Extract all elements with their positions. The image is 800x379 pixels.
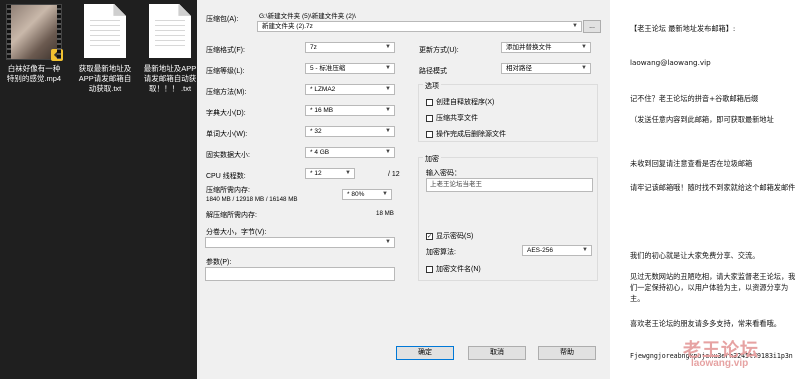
chevron-down-icon: ▼ [385,86,391,92]
desktop-file-area: ◆ 白袜好像有一种特别的感觉.mp4 获取最新地址及APP请发邮箱自动获取.tx… [0,0,197,379]
cpu-max: / 12 [388,171,400,178]
mem-comp-label: 压缩所需内存: [206,187,250,194]
archive-path: G:\新建文件夹 (5)\新建文件夹 (2)\ [259,13,356,20]
chevron-down-icon: ▼ [385,239,391,245]
browse-button[interactable]: ... [583,20,601,33]
password-label: 输入密码： [426,170,461,177]
solid-label: 固实数据大小: [206,152,250,159]
help-button[interactable]: 帮助 [538,346,596,360]
method-combo[interactable]: * LZMA2 ▼ [305,84,395,95]
archive-badge-icon: ◆ [51,49,63,61]
path-mode-label: 路径模式 [419,68,447,75]
word-label: 单词大小(W): [206,131,248,138]
enc-method-combo[interactable]: AES-256 ▼ [522,245,592,256]
format-label: 压缩格式(F): [206,47,245,54]
chevron-down-icon: ▼ [385,44,391,50]
text-file-icon [149,4,191,58]
file-name: 最新地址及APP请发邮箱自动获取！！！ .txt [143,64,197,93]
params-label: 参数(P): [206,259,232,266]
show-password-checkbox[interactable]: ✓ 显示密码(S) [426,231,473,241]
notes-line: 我们的初心就是让大家免费分享、交流。 [630,251,760,260]
method-label: 压缩方法(M): [206,89,247,96]
solid-combo[interactable]: * 4 GB ▼ [305,147,395,158]
chevron-down-icon: ▼ [582,247,588,253]
chevron-down-icon: ▼ [385,149,391,155]
enc-method-label: 加密算法: [426,249,456,256]
notes-line: 请牢记该邮箱哦！随时找不到家就给这个邮箱发邮件 [630,183,796,192]
level-combo[interactable]: 5 - 标准压缩 ▼ [305,63,395,74]
options-title: 选项 [423,81,441,91]
notes-line: 见过无数网站的丑陋吃相，请大家监督老王论坛，我们一定保持初心，以用户体验为主，以… [630,272,796,303]
chevron-down-icon: ▼ [385,107,391,113]
video-thumbnail-icon: ◆ [6,4,63,61]
file-item-text-1[interactable]: 获取最新地址及APP请发邮箱自动获取.txt [77,4,133,94]
notes-line: 喜欢老王论坛的朋友请多多支持，常来看看哦。 [630,319,781,328]
create-sfx-checkbox[interactable]: 创建自释放程序(X) [426,97,494,107]
chevron-down-icon: ▼ [581,44,587,50]
file-item-text-2[interactable]: 最新地址及APP请发邮箱自动获取！！！ .txt [142,4,198,94]
params-input[interactable] [205,267,395,281]
notes-line: 未收到回复请注意查看是否在垃圾邮箱 [630,159,753,168]
chevron-down-icon: ▼ [382,191,388,197]
watermark-url: laowang.vip [691,358,749,369]
chevron-down-icon: ▼ [385,65,391,71]
notes-line: 记不住？老王论坛的拼音+谷歌邮箱后缀 [630,94,759,103]
password-input[interactable]: 上老王论坛当老王 [426,178,593,192]
file-name: 白袜好像有一种特别的感觉.mp4 [6,64,62,83]
text-file-icon [84,4,126,58]
split-label: 分卷大小，字节(V): [206,229,267,236]
notes-line: laowang@laowang.vip [630,58,711,67]
mem-percent-combo[interactable]: * 80% ▼ [342,189,392,200]
encryption-title: 加密 [423,154,441,164]
notes-line: （发送任意内容到此邮箱，即可获取最新地址 [630,115,774,124]
chevron-down-icon: ▼ [385,128,391,134]
mem-decomp-value: 18 MB [376,210,394,217]
encrypt-names-checkbox[interactable]: 加密文件名(N) [426,264,481,274]
chevron-down-icon: ▼ [572,23,578,29]
mem-comp-value: 1840 MB / 12918 MB / 16148 MB [206,196,298,203]
path-mode-combo[interactable]: 相对路径 ▼ [501,63,591,74]
word-combo[interactable]: * 32 ▼ [305,126,395,137]
notepad-text-area[interactable]: 【老王论坛 最新地址发布邮箱】: laowang@laowang.vip 记不住… [610,0,800,379]
archive-name-combo[interactable]: 新建文件夹 (2).7z ▼ [257,21,582,32]
dict-combo[interactable]: * 16 MB ▼ [305,105,395,116]
cpu-combo[interactable]: * 12 ▼ [305,168,355,179]
chevron-down-icon: ▼ [581,65,587,71]
archive-label: 压缩包(A): [206,16,239,23]
dict-label: 字典大小(D): [206,110,246,117]
mem-decomp-label: 解压缩所需内存: [206,212,257,219]
compress-shared-checkbox[interactable]: 压缩共享文件 [426,113,478,123]
add-to-archive-dialog: 压缩包(A): G:\新建文件夹 (5)\新建文件夹 (2)\ 新建文件夹 (2… [197,0,610,379]
update-combo[interactable]: 添加并替换文件 ▼ [501,42,591,53]
file-item-video[interactable]: ◆ 白袜好像有一种特别的感觉.mp4 [6,4,63,84]
file-name: 获取最新地址及APP请发邮箱自动获取.txt [78,64,132,93]
cancel-button[interactable]: 取消 [468,346,526,360]
level-label: 压缩等级(L): [206,68,245,75]
split-combo[interactable]: ▼ [205,237,395,248]
ok-button[interactable]: 确定 [396,346,454,360]
cpu-label: CPU 线程数: [206,173,246,180]
notes-line: 【老王论坛 最新地址发布邮箱】: [630,24,736,33]
format-combo[interactable]: 7z ▼ [305,42,395,53]
delete-after-checkbox[interactable]: 操作完成后删除源文件 [426,129,506,139]
chevron-down-icon: ▼ [345,170,351,176]
update-label: 更新方式(U): [419,47,459,54]
